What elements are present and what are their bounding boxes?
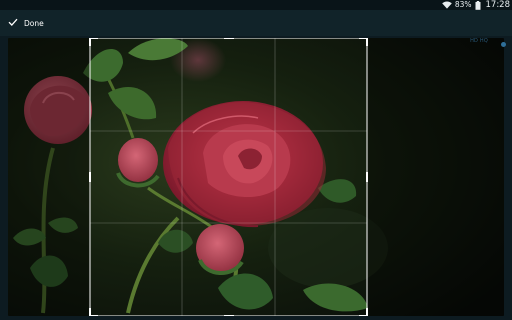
- battery-icon: [475, 0, 481, 10]
- status-indicators: 83% 17:28: [442, 0, 510, 10]
- status-bar: 83% 17:28: [0, 0, 512, 10]
- crop-editor: HD HQ: [0, 36, 512, 320]
- battery-percent: 83%: [454, 0, 472, 9]
- photo-preview: [8, 38, 504, 316]
- clock: 17:28: [485, 0, 511, 10]
- wifi-icon: [442, 1, 452, 9]
- done-label: Done: [24, 18, 44, 28]
- done-button[interactable]: Done: [8, 14, 44, 32]
- checkmark-icon: [8, 18, 18, 28]
- hq-badge: HD HQ: [470, 38, 488, 44]
- action-bar: Done: [0, 10, 512, 36]
- hq-toggle-dot[interactable]: [501, 42, 506, 47]
